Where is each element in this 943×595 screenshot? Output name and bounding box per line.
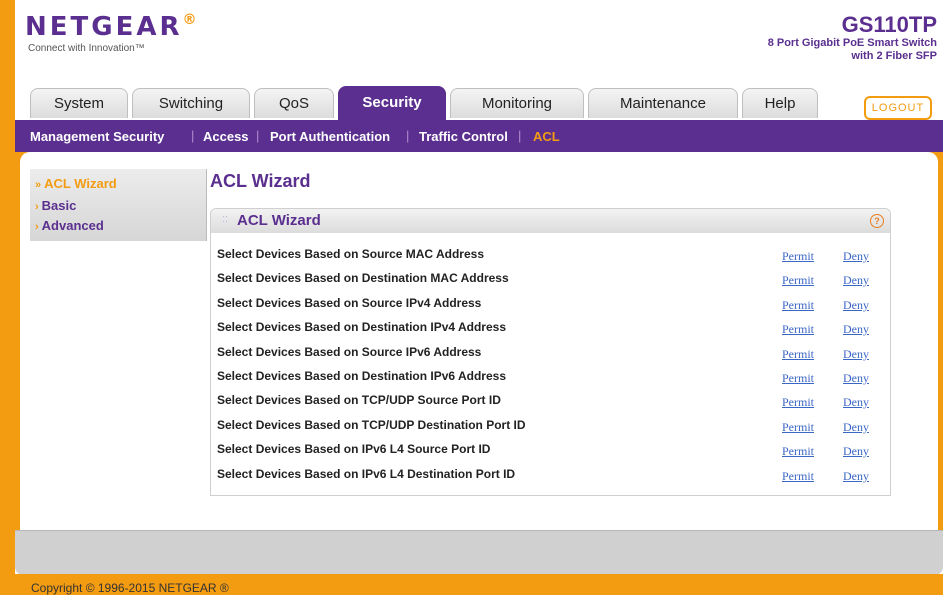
- left-nav: » ACL Wizard › Basic › Advanced: [30, 169, 207, 241]
- deny-link[interactable]: Deny: [843, 395, 869, 410]
- deny-link[interactable]: Deny: [843, 469, 869, 484]
- acl-wizard-panel: :: ACL Wizard ? Select Devices Based on …: [210, 208, 891, 496]
- permit-link[interactable]: Permit: [782, 420, 814, 435]
- netgear-logo: NETGEAR®: [25, 12, 200, 42]
- tab-monitoring[interactable]: Monitoring: [450, 88, 584, 118]
- subnav-separator: |: [518, 128, 522, 143]
- row-label: Select Devices Based on Destination IPv4…: [217, 320, 507, 334]
- app-frame: NETGEAR® Connect with Innovation™ GS110T…: [15, 0, 943, 595]
- tab-security[interactable]: Security: [338, 86, 446, 120]
- table-row: Select Devices Based on Destination MAC …: [211, 268, 890, 292]
- tab-switching[interactable]: Switching: [132, 88, 250, 118]
- permit-link[interactable]: Permit: [782, 249, 814, 264]
- model-name: GS110TP: [841, 12, 937, 37]
- permit-link[interactable]: Permit: [782, 444, 814, 459]
- tab-qos[interactable]: QoS: [254, 88, 334, 118]
- logout-button[interactable]: LOGOUT: [864, 96, 932, 120]
- permit-link[interactable]: Permit: [782, 298, 814, 313]
- row-label: Select Devices Based on Destination IPv6…: [217, 369, 507, 383]
- deny-link[interactable]: Deny: [843, 273, 869, 288]
- deny-link[interactable]: Deny: [843, 347, 869, 362]
- row-label: Select Devices Based on IPv6 L4 Destinat…: [217, 467, 516, 481]
- table-row: Select Devices Based on Source IPv6 Addr…: [211, 342, 890, 366]
- row-label: Select Devices Based on TCP/UDP Source P…: [217, 393, 501, 407]
- left-edge-strip: [0, 0, 15, 595]
- deny-link[interactable]: Deny: [843, 322, 869, 337]
- panel-header: :: ACL Wizard ?: [211, 209, 890, 233]
- leftnav-acl-wizard[interactable]: » ACL Wizard: [35, 176, 117, 191]
- table-row: Select Devices Based on Destination IPv4…: [211, 317, 890, 341]
- drag-grip-icon: ::: [222, 213, 229, 225]
- main-tabs: System Switching QoS Security Monitoring…: [30, 86, 930, 120]
- row-label: Select Devices Based on IPv6 L4 Source P…: [217, 442, 491, 456]
- tab-help[interactable]: Help: [742, 88, 818, 118]
- table-row: Select Devices Based on TCP/UDP Destinat…: [211, 415, 890, 439]
- subnav-separator: |: [406, 128, 410, 143]
- subnav-separator: |: [256, 128, 260, 143]
- permit-link[interactable]: Permit: [782, 322, 814, 337]
- table-row: Select Devices Based on IPv6 L4 Destinat…: [211, 464, 890, 488]
- subnav-port-authentication[interactable]: Port Authentication: [270, 129, 390, 144]
- deny-link[interactable]: Deny: [843, 249, 869, 264]
- tab-maintenance[interactable]: Maintenance: [588, 88, 738, 118]
- row-label: Select Devices Based on Source MAC Addre…: [217, 247, 484, 261]
- permit-link[interactable]: Permit: [782, 371, 814, 386]
- table-row: Select Devices Based on Source IPv4 Addr…: [211, 293, 890, 317]
- chevron-right-icon: ›: [35, 221, 39, 233]
- subnav-acl[interactable]: ACL: [533, 129, 560, 144]
- table-row: Select Devices Based on TCP/UDP Source P…: [211, 390, 890, 414]
- deny-link[interactable]: Deny: [843, 371, 869, 386]
- footer-bar: [15, 530, 943, 575]
- row-label: Select Devices Based on Destination MAC …: [217, 271, 509, 285]
- leftnav-advanced[interactable]: › Advanced: [35, 218, 104, 233]
- row-label: Select Devices Based on TCP/UDP Destinat…: [217, 418, 526, 432]
- chevron-down-icon: »: [35, 179, 42, 191]
- security-subnav: Management Security | Access | Port Auth…: [15, 120, 943, 152]
- tab-system[interactable]: System: [30, 88, 128, 118]
- panel-title: ACL Wizard: [237, 212, 321, 229]
- deny-link[interactable]: Deny: [843, 298, 869, 313]
- subnav-management-security[interactable]: Management Security: [30, 129, 164, 144]
- help-icon[interactable]: ?: [870, 214, 884, 228]
- table-row: Select Devices Based on Source MAC Addre…: [211, 244, 890, 268]
- row-label: Select Devices Based on Source IPv6 Addr…: [217, 345, 482, 359]
- copyright-text: Copyright © 1996-2015 NETGEAR ®: [31, 581, 229, 595]
- subnav-access[interactable]: Access: [203, 129, 249, 144]
- permit-link[interactable]: Permit: [782, 273, 814, 288]
- deny-link[interactable]: Deny: [843, 420, 869, 435]
- model-description: 8 Port Gigabit PoE Smart Switch with 2 F…: [767, 37, 937, 62]
- header: NETGEAR® Connect with Innovation™ GS110T…: [15, 0, 943, 86]
- permit-link[interactable]: Permit: [782, 395, 814, 410]
- row-label: Select Devices Based on Source IPv4 Addr…: [217, 296, 482, 310]
- brand-tagline: Connect with Innovation™: [28, 43, 145, 54]
- leftnav-basic[interactable]: › Basic: [35, 198, 76, 213]
- page-title: ACL Wizard: [210, 171, 311, 191]
- subnav-traffic-control[interactable]: Traffic Control: [419, 129, 508, 144]
- deny-link[interactable]: Deny: [843, 444, 869, 459]
- permit-link[interactable]: Permit: [782, 347, 814, 362]
- table-row: Select Devices Based on IPv6 L4 Source P…: [211, 439, 890, 463]
- chevron-right-icon: ›: [35, 201, 39, 213]
- subnav-separator: |: [191, 128, 195, 143]
- table-row: Select Devices Based on Destination IPv6…: [211, 366, 890, 390]
- permit-link[interactable]: Permit: [782, 469, 814, 484]
- content-area: » ACL Wizard › Basic › Advanced ACL Wizard …: [20, 152, 938, 530]
